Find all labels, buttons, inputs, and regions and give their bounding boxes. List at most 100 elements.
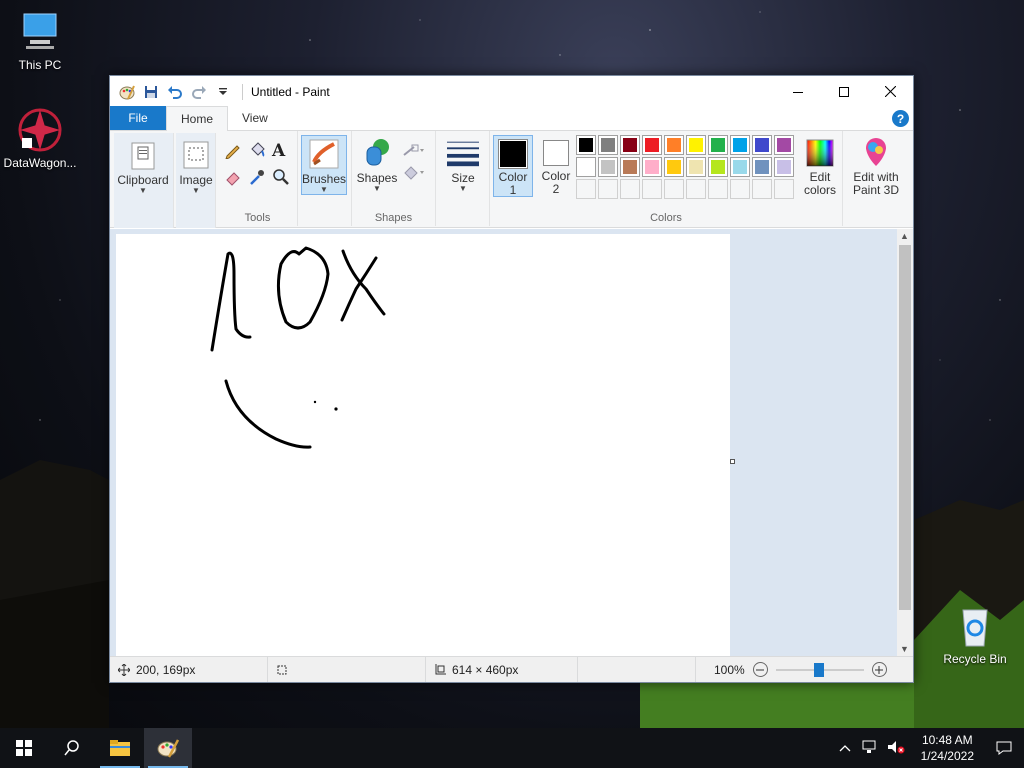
shapes-icon — [361, 137, 393, 169]
zoom-level: 100% — [714, 662, 745, 677]
help-icon[interactable]: ? — [892, 110, 909, 127]
palette-swatch-empty[interactable] — [774, 179, 794, 199]
fill-bucket-icon[interactable] — [248, 141, 272, 162]
palette-swatch[interactable] — [642, 157, 662, 177]
palette-swatch[interactable] — [598, 157, 618, 177]
customize-quick-access-icon[interactable] — [214, 83, 232, 101]
edit-with-paint-3d-label: Edit with Paint 3D — [852, 170, 900, 197]
network-icon[interactable] — [857, 740, 881, 757]
save-icon[interactable] — [142, 83, 160, 101]
pencil-icon[interactable] — [224, 141, 248, 162]
tab-file[interactable]: File — [110, 106, 166, 130]
shapes-button[interactable]: Shapes ▼ — [356, 137, 398, 193]
tab-view[interactable]: View — [228, 106, 282, 130]
palette-swatch[interactable] — [576, 135, 596, 155]
palette-swatch[interactable] — [708, 135, 728, 155]
close-button[interactable] — [867, 76, 913, 107]
palette-swatch[interactable] — [664, 157, 684, 177]
vertical-scrollbar[interactable]: ▲ ▼ — [897, 229, 913, 656]
edit-colors-label: Edit colors — [803, 170, 836, 197]
magnifier-icon[interactable] — [272, 168, 296, 189]
desktop-icon-label: Recycle Bin — [943, 652, 1007, 666]
palette-swatch[interactable] — [752, 135, 772, 155]
zoom-slider-thumb[interactable] — [813, 662, 824, 677]
scroll-up-icon[interactable]: ▲ — [900, 231, 909, 241]
palette-swatch-empty[interactable] — [620, 179, 640, 199]
status-spacer — [578, 657, 696, 682]
drawn-dot — [334, 407, 338, 411]
edit-with-paint-3d-button[interactable]: Edit with Paint 3D — [847, 137, 905, 197]
palette-swatch[interactable] — [708, 157, 728, 177]
color-palette — [576, 135, 794, 199]
edit-colors-button[interactable]: Edit colors — [798, 137, 842, 197]
palette-swatch-empty[interactable] — [752, 179, 772, 199]
palette-swatch[interactable] — [774, 157, 794, 177]
palette-swatch-empty[interactable] — [730, 179, 750, 199]
zoom-slider[interactable] — [775, 662, 864, 677]
taskbar-file-explorer[interactable] — [96, 728, 144, 768]
palette-swatch[interactable] — [576, 157, 596, 177]
zoom-in-button[interactable] — [871, 662, 887, 677]
fill-icon[interactable] — [402, 165, 424, 184]
palette-swatch[interactable] — [730, 157, 750, 177]
image-button[interactable]: Image ▼ — [176, 139, 216, 195]
desktop-icon-this-pc[interactable]: This PC — [0, 8, 80, 72]
tools-group: A Tools — [218, 131, 298, 226]
start-button[interactable] — [0, 728, 48, 768]
color2-button[interactable]: Color 2 — [536, 135, 576, 197]
taskbar-paint[interactable] — [144, 728, 192, 768]
chevron-down-icon: ▼ — [459, 184, 467, 193]
desktop-icon-datawagon[interactable]: DataWagon... — [0, 106, 80, 170]
window-title: Untitled - Paint — [251, 84, 330, 99]
palette-swatch[interactable] — [642, 135, 662, 155]
show-hidden-icons[interactable] — [833, 741, 857, 755]
palette-swatch-empty[interactable] — [708, 179, 728, 199]
paint-window: Untitled - Paint File Home View ? Clipbo… — [109, 75, 914, 683]
drawn-dot — [313, 400, 317, 404]
palette-swatch[interactable] — [620, 157, 640, 177]
palette-swatch-empty[interactable] — [576, 179, 596, 199]
scrollbar-thumb[interactable] — [899, 245, 911, 610]
title-separator — [242, 83, 243, 100]
palette-swatch[interactable] — [598, 135, 618, 155]
eraser-icon[interactable] — [224, 168, 248, 189]
volume-muted-icon[interactable] — [881, 740, 911, 757]
palette-swatch[interactable] — [686, 135, 706, 155]
folder-icon — [110, 740, 130, 756]
palette-swatch[interactable] — [730, 135, 750, 155]
palette-swatch[interactable] — [620, 135, 640, 155]
undo-icon[interactable] — [166, 83, 184, 101]
scroll-down-icon[interactable]: ▼ — [900, 644, 909, 654]
palette-swatch[interactable] — [686, 157, 706, 177]
paint-app-icon[interactable] — [118, 83, 136, 101]
size-button[interactable]: Size ▼ — [440, 137, 486, 193]
tab-home[interactable]: Home — [166, 106, 229, 131]
move-cursor-icon — [118, 663, 130, 676]
palette-swatch-empty[interactable] — [598, 179, 618, 199]
datawagon-icon — [16, 106, 64, 154]
desktop-icon-recycle-bin[interactable]: Recycle Bin — [934, 602, 1016, 666]
palette-swatch[interactable] — [774, 135, 794, 155]
drawing-canvas[interactable] — [116, 234, 730, 656]
minimize-button[interactable] — [775, 76, 821, 107]
color1-button[interactable]: Color 1 — [493, 135, 533, 197]
redo-icon[interactable] — [190, 83, 208, 101]
brushes-button[interactable]: Brushes ▼ — [301, 135, 347, 195]
zoom-out-button[interactable] — [752, 662, 768, 677]
palette-swatch-empty[interactable] — [664, 179, 684, 199]
search-button[interactable] — [48, 728, 96, 768]
text-tool-icon[interactable]: A — [272, 141, 296, 162]
clipboard-button[interactable]: Clipboard ▼ — [116, 139, 170, 195]
clock-time: 10:48 AM — [921, 733, 973, 747]
canvas-resize-handle[interactable] — [730, 459, 735, 464]
color-picker-icon[interactable] — [248, 168, 272, 189]
outline-icon[interactable] — [402, 143, 424, 162]
notifications-icon[interactable] — [984, 741, 1024, 755]
palette-swatch[interactable] — [752, 157, 772, 177]
color2-label: Color 2 — [541, 169, 571, 196]
clock[interactable]: 10:48 AM 1/24/2022 — [911, 732, 984, 764]
maximize-button[interactable] — [821, 76, 867, 107]
palette-swatch-empty[interactable] — [642, 179, 662, 199]
palette-swatch-empty[interactable] — [686, 179, 706, 199]
palette-swatch[interactable] — [664, 135, 684, 155]
